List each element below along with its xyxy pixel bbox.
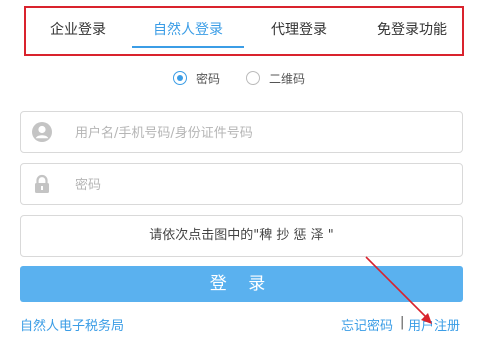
annotation-arrow	[365, 256, 432, 324]
